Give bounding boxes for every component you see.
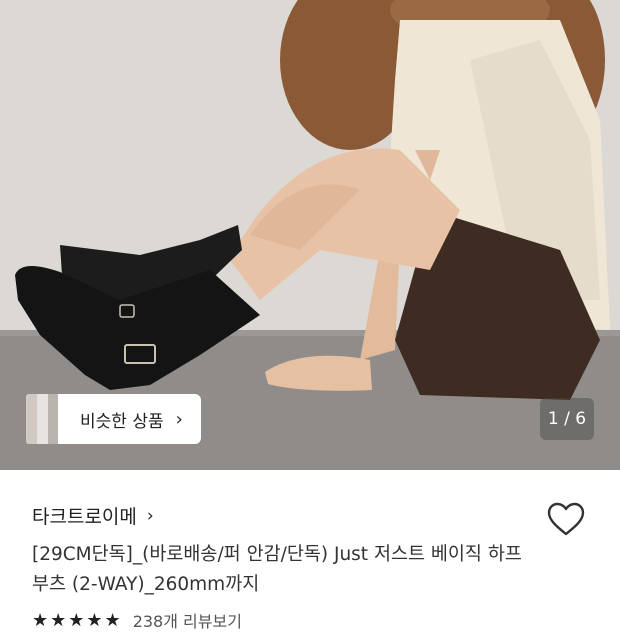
review-count-link[interactable]: 238개 리뷰보기	[133, 608, 242, 632]
similar-products-button[interactable]: 비슷한 상품 ›	[26, 394, 201, 444]
rating-stars: ★★★★★	[32, 609, 123, 631]
brand-link[interactable]: 타크트로이메 ›	[32, 502, 154, 529]
image-counter-badge: 1 / 6	[540, 398, 594, 440]
chevron-right-icon: ›	[175, 408, 183, 430]
similar-products-label: 비슷한 상품	[80, 411, 164, 432]
similar-products-pill[interactable]: 비슷한 상품 ›	[58, 394, 201, 444]
product-title: [29CM단독]_(바로배송/퍼 안감/단독) Just 저스트 베이직 하프 …	[32, 544, 522, 595]
wishlist-heart-icon[interactable]	[546, 500, 586, 540]
brand-name: 타크트로이메	[32, 506, 137, 528]
product-hero-image[interactable]: 비슷한 상품 › 1 / 6	[0, 0, 620, 470]
similar-thumbnails	[26, 394, 58, 444]
rating-row[interactable]: ★★★★★ 238개 리뷰보기	[32, 608, 242, 632]
chevron-right-icon: ›	[146, 505, 154, 526]
